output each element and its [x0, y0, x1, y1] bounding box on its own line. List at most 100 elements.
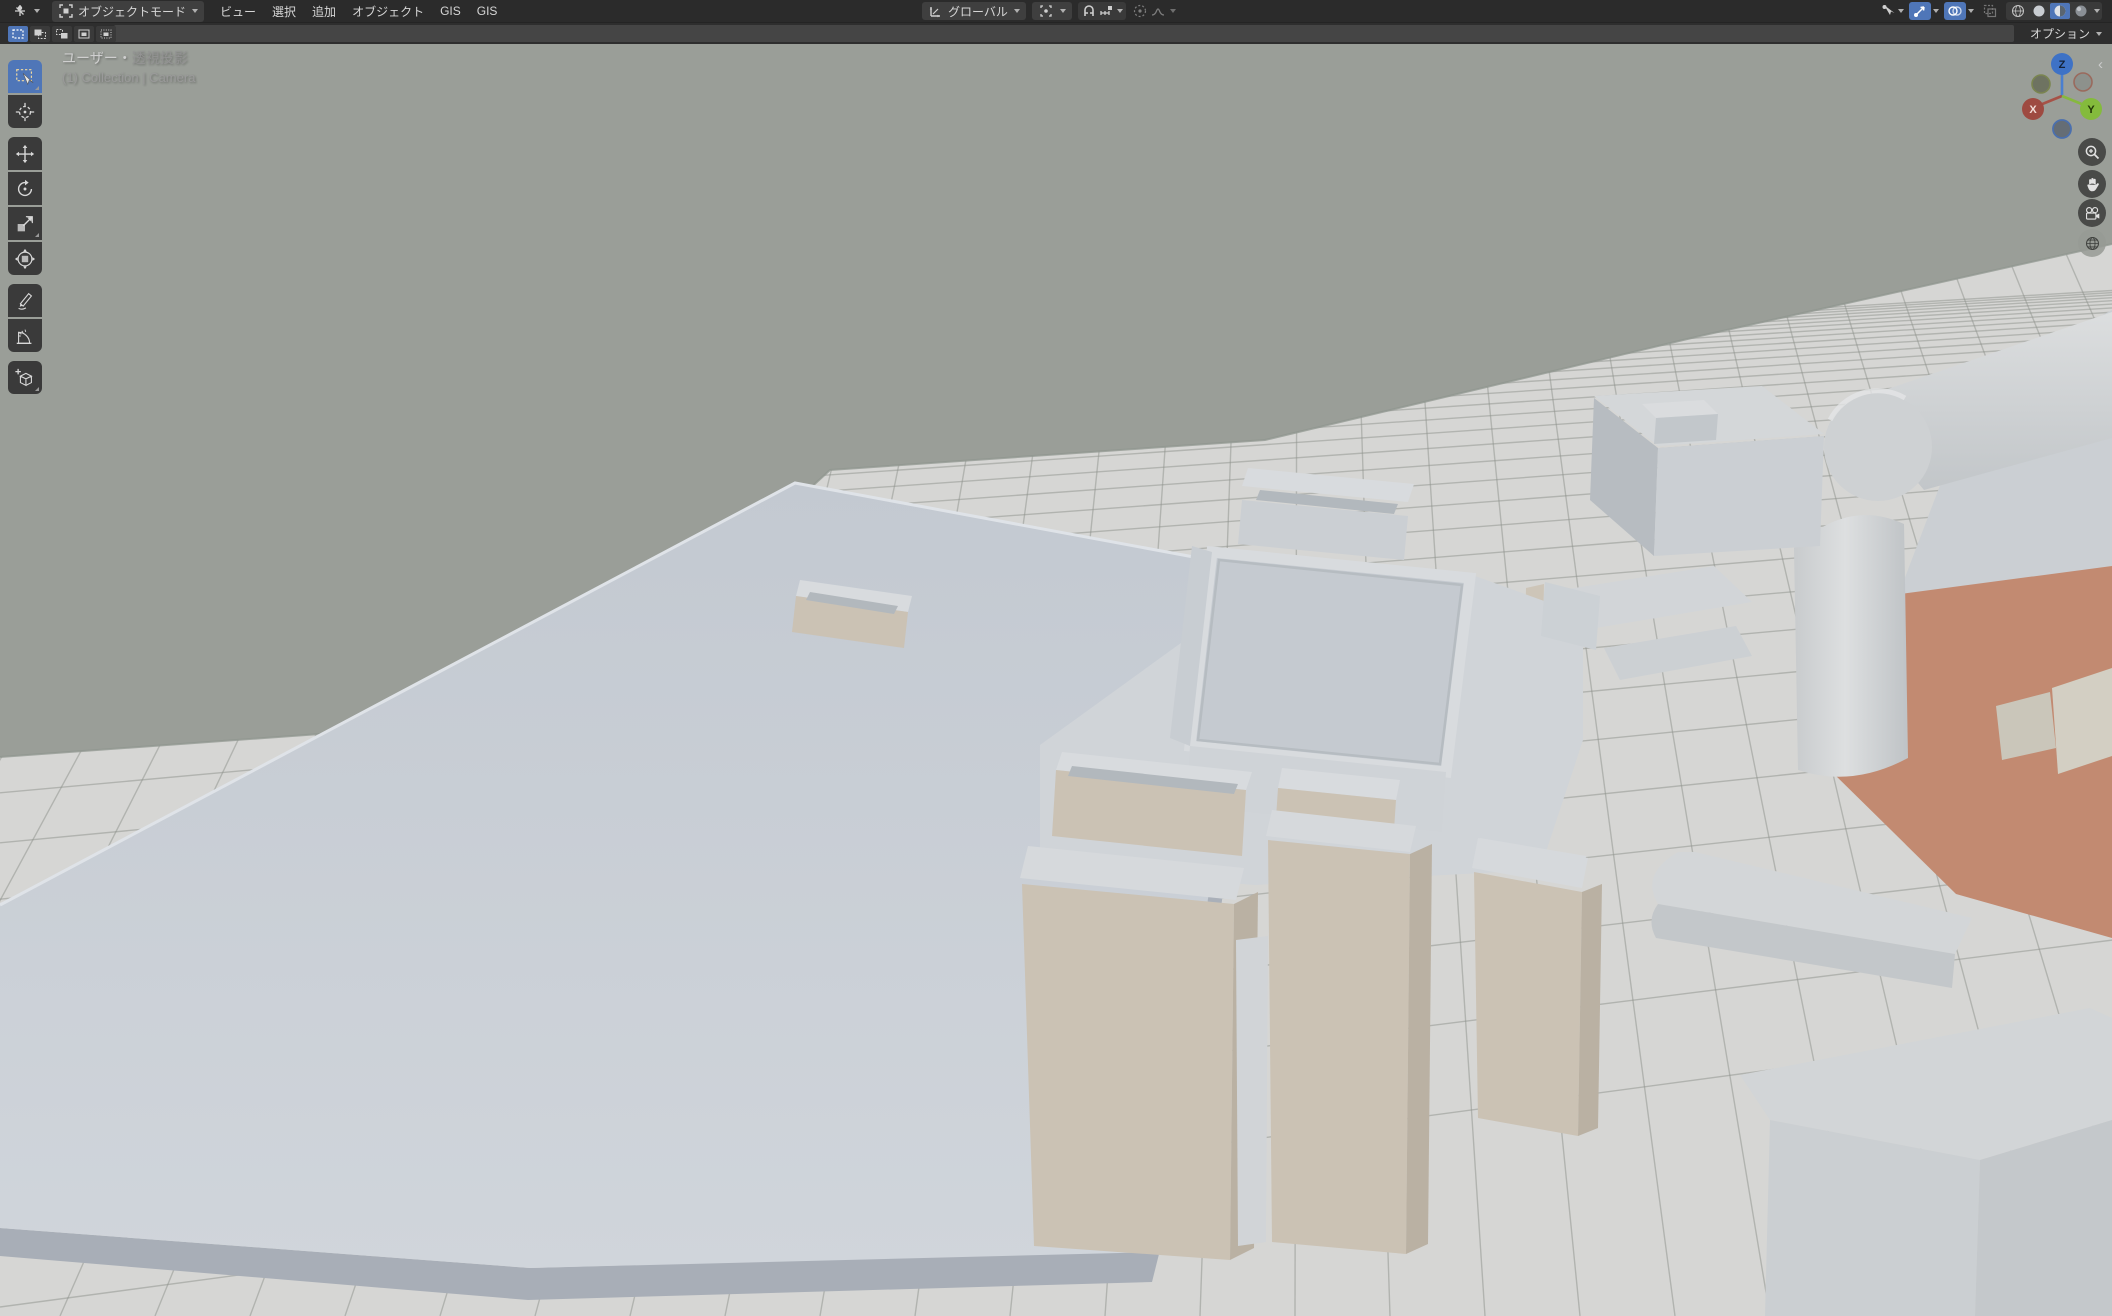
tool-options-corner [35, 387, 39, 391]
select-subtract-icon [54, 26, 70, 42]
proportional-editing-icon[interactable] [1132, 3, 1148, 19]
toolbar [8, 60, 42, 403]
scene-object-round-tower[interactable] [1794, 515, 1908, 777]
orientation-label: グローバル [948, 3, 1008, 20]
overlays-toggle[interactable] [1944, 2, 1966, 20]
show-gizmo-cursor-icon[interactable] [1880, 3, 1896, 19]
menu-select[interactable]: 選択 [264, 1, 304, 22]
shading-mode-group [2006, 2, 2102, 20]
chevron-down-icon[interactable] [1933, 9, 1939, 13]
snap-target-icon[interactable] [1098, 3, 1114, 19]
chevron-down-icon[interactable] [1968, 9, 1974, 13]
select-set-icon [10, 26, 26, 42]
shading-solid-button[interactable] [2029, 3, 2049, 19]
zoom-button[interactable] [2078, 138, 2106, 166]
chevron-down-icon[interactable] [2094, 9, 2100, 13]
viewport-header: オブジェクトモード ビュー 選択 追加 オブジェクト GIS GIS グローバル [0, 0, 2112, 22]
cursor-3d-icon [14, 101, 36, 123]
add-cube-icon [14, 367, 36, 389]
axis-neg-z-ball[interactable] [2053, 120, 2071, 138]
pan-button[interactable] [2078, 170, 2106, 198]
transform-icon [14, 248, 36, 270]
material-sphere-icon [2052, 3, 2068, 19]
pivot-point-dropdown[interactable] [1032, 2, 1072, 20]
chevron-down-icon[interactable] [1898, 9, 1904, 13]
snap-magnet-icon[interactable] [1081, 3, 1097, 19]
shading-material-button[interactable] [2050, 3, 2070, 19]
tool-rotate[interactable] [8, 172, 42, 205]
perspective-toggle-button[interactable] [2078, 229, 2106, 257]
xray-icon [1982, 3, 1998, 19]
chevron-down-icon [34, 9, 40, 13]
sidebar-collapse-icon[interactable]: ‹ [2098, 56, 2103, 73]
camera-view-button[interactable] [2078, 199, 2106, 227]
shading-rendered-button[interactable] [2071, 3, 2091, 19]
chevron-down-icon [1060, 9, 1066, 13]
tool-scale[interactable] [8, 207, 42, 240]
chevron-down-icon[interactable] [1170, 9, 1176, 13]
tool-move[interactable] [8, 137, 42, 170]
menu-add[interactable]: 追加 [304, 1, 344, 22]
select-extend-icon [32, 26, 48, 42]
select-mode-subtract[interactable] [52, 26, 72, 42]
tool-add-cube[interactable] [8, 361, 42, 394]
tool-transform[interactable] [8, 242, 42, 275]
axis-neg-x-ball[interactable] [2074, 73, 2092, 91]
menu-gis-1[interactable]: GIS [432, 2, 469, 20]
rendered-sphere-icon [2073, 3, 2089, 19]
viewport-canvas[interactable] [0, 0, 2112, 1316]
xray-toggle[interactable] [1979, 2, 2001, 20]
scene-object-far-box-building[interactable] [1590, 386, 1824, 556]
scene-gap-face [1236, 936, 1268, 1246]
tool-settings-bar [0, 22, 2112, 44]
viewport-editor-icon [12, 3, 28, 19]
select-mode-extend[interactable] [30, 26, 50, 42]
select-box-icon [14, 66, 36, 88]
shading-wireframe-button[interactable] [2008, 3, 2028, 19]
axis-neg-y-ball[interactable] [2032, 75, 2050, 93]
mode-dropdown[interactable]: オブジェクトモード [52, 1, 204, 22]
mode-label: オブジェクトモード [78, 3, 186, 20]
solid-sphere-icon [2031, 3, 2047, 19]
navigation-gizmo[interactable]: Z X Y [2016, 50, 2108, 142]
tool-cursor[interactable] [8, 95, 42, 128]
menu-view[interactable]: ビュー [212, 1, 264, 22]
measure-icon [14, 325, 36, 347]
menu-gis-2[interactable]: GIS [469, 2, 506, 20]
options-dropdown[interactable]: オプション [2030, 25, 2102, 42]
select-mode-invert[interactable] [74, 26, 94, 42]
viewport-info-overlay: ユーザー・透視投影 (1) Collection | Camera [62, 48, 195, 88]
falloff-curve-icon[interactable] [1150, 3, 1166, 19]
menu-object[interactable]: オブジェクト [344, 1, 432, 22]
chevron-down-icon [2096, 32, 2102, 36]
select-mode-set[interactable] [8, 26, 28, 42]
chevron-down-icon [1014, 9, 1020, 13]
wireframe-sphere-icon [2010, 3, 2026, 19]
chevron-down-icon[interactable] [1117, 9, 1123, 13]
hand-icon [2084, 176, 2101, 193]
tool-select-box[interactable] [8, 60, 42, 93]
gizmo-arrows-icon [1912, 3, 1928, 19]
tool-options-corner [35, 86, 39, 90]
select-mode-intersect[interactable] [96, 26, 116, 42]
pivot-icon [1038, 3, 1054, 19]
grid-sphere-icon [2084, 235, 2101, 252]
tool-options-corner [35, 233, 39, 237]
select-intersect-icon [98, 26, 114, 42]
options-label: オプション [2030, 25, 2090, 42]
transform-orientation-dropdown[interactable]: グローバル [922, 2, 1026, 20]
orientation-icon [928, 3, 944, 19]
scale-icon [14, 213, 36, 235]
tool-annotate[interactable] [8, 284, 42, 317]
move-icon [14, 143, 36, 165]
overlays-icon [1947, 3, 1963, 19]
gizmo-toggle[interactable] [1909, 2, 1931, 20]
tool-settings-tray [114, 25, 2014, 42]
scene-object-left-tower[interactable] [1020, 846, 1258, 1260]
editor-type-button[interactable] [6, 1, 46, 21]
breadcrumb: (1) Collection | Camera [62, 68, 195, 88]
axis-y-label: Y [2087, 104, 2095, 116]
tool-measure[interactable] [8, 319, 42, 352]
select-invert-icon [76, 26, 92, 42]
rotate-icon [14, 178, 36, 200]
